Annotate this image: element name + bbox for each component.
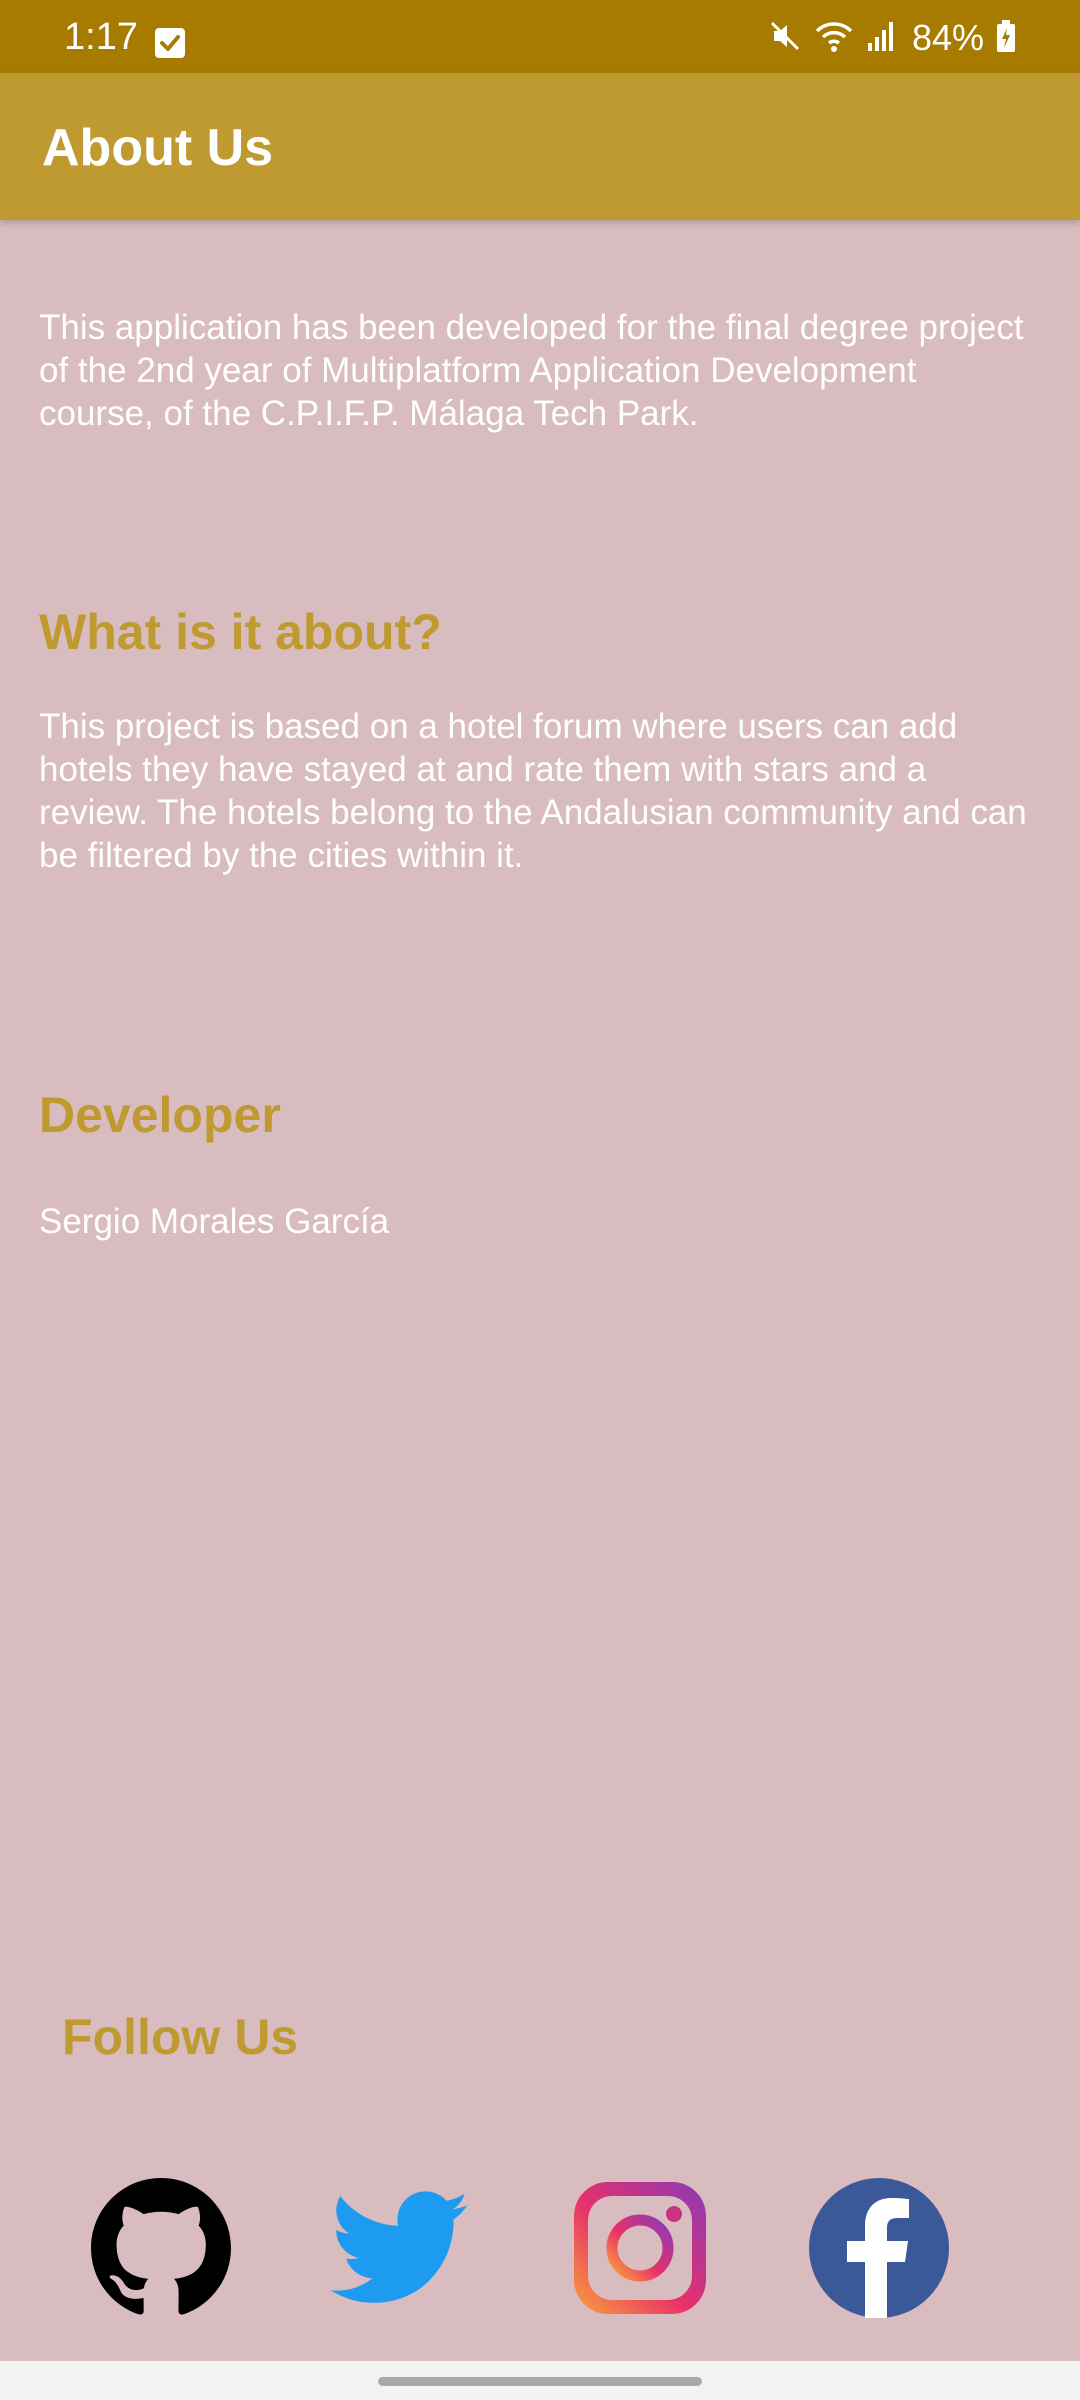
app-bar: About Us bbox=[0, 73, 1080, 220]
twitter-icon bbox=[331, 2178, 471, 2318]
home-gesture-handle[interactable] bbox=[378, 2377, 702, 2386]
gesture-nav-bar bbox=[0, 2361, 1080, 2400]
about-text: This project is based on a hotel forum w… bbox=[39, 707, 1027, 875]
developer-heading: Developer bbox=[39, 1087, 281, 1143]
signal-icon bbox=[866, 19, 896, 58]
twitter-link[interactable] bbox=[331, 2178, 471, 2318]
page-title: About Us bbox=[42, 119, 274, 177]
follow-heading: Follow Us bbox=[62, 2009, 299, 2065]
task-check-icon bbox=[155, 28, 185, 58]
battery-charging-icon bbox=[996, 19, 1016, 58]
status-time: 1:17 bbox=[64, 16, 138, 58]
facebook-link[interactable] bbox=[809, 2178, 949, 2318]
intro-text: This application has been developed for … bbox=[39, 308, 1024, 433]
github-link[interactable] bbox=[91, 2178, 231, 2318]
developer-name: Sergio Morales García bbox=[39, 1202, 390, 1241]
status-bar: 1:17 84% bbox=[0, 0, 1080, 73]
github-icon bbox=[91, 2178, 231, 2318]
instagram-icon bbox=[570, 2178, 710, 2318]
battery-percent: 84% bbox=[911, 17, 984, 58]
mute-icon bbox=[768, 19, 802, 58]
status-icons: 84% bbox=[768, 17, 1016, 58]
about-heading: What is it about? bbox=[39, 604, 442, 660]
instagram-link[interactable] bbox=[570, 2178, 710, 2318]
facebook-icon bbox=[809, 2178, 949, 2318]
wifi-icon bbox=[814, 19, 854, 58]
